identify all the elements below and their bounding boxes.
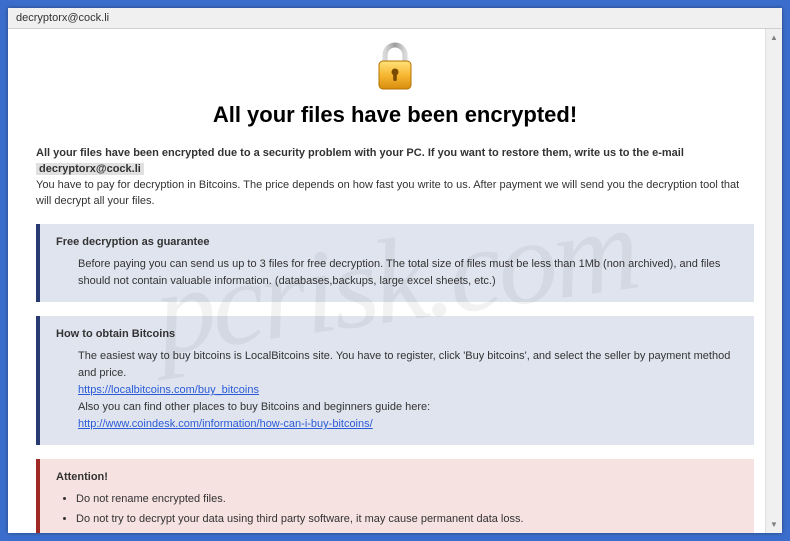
attention-title: Attention! <box>56 469 738 486</box>
window-title: decryptorx@cock.li <box>16 12 109 24</box>
contact-email: decryptorx@cock.li <box>36 163 144 175</box>
bitcoins-line2: Also you can find other places to buy Bi… <box>78 399 738 416</box>
scroll-down-arrow[interactable]: ▼ <box>766 516 782 533</box>
intro-bold-text: All your files have been encrypted due t… <box>36 147 684 159</box>
window-titlebar: decryptorx@cock.li <box>8 8 782 29</box>
coindesk-link[interactable]: http://www.coindesk.com/information/how-… <box>78 418 373 430</box>
scroll-up-arrow[interactable]: ▲ <box>766 29 782 46</box>
chevron-up-icon: ▲ <box>770 33 778 42</box>
bitcoins-title: How to obtain Bitcoins <box>56 326 738 343</box>
list-item: Do not try to decrypt your data using th… <box>76 511 738 528</box>
lock-icon-wrap <box>36 41 754 96</box>
intro-plain-text: You have to pay for decryption in Bitcoi… <box>36 179 739 207</box>
main-heading: All your files have been encrypted! <box>36 102 754 128</box>
lock-icon <box>371 41 419 96</box>
guarantee-body: Before paying you can send us up to 3 fi… <box>56 256 738 290</box>
guarantee-box: Free decryption as guarantee Before payi… <box>36 224 754 302</box>
list-item: Decryption of your files with the help o… <box>76 531 738 533</box>
chevron-down-icon: ▼ <box>770 520 778 529</box>
guarantee-title: Free decryption as guarantee <box>56 234 738 251</box>
content-scroll-area: pcrisk.com <box>8 29 782 533</box>
ransom-note-body: All your files have been encrypted! All … <box>8 29 782 533</box>
bitcoins-line1: The easiest way to buy bitcoins is Local… <box>78 348 738 382</box>
attention-box: Attention! Do not rename encrypted files… <box>36 459 754 533</box>
vertical-scrollbar[interactable]: ▲ ▼ <box>765 29 782 533</box>
intro-paragraph: All your files have been encrypted due t… <box>36 146 754 210</box>
attention-list: Do not rename encrypted files. Do not tr… <box>56 491 738 533</box>
list-item: Do not rename encrypted files. <box>76 491 738 508</box>
bitcoins-body: The easiest way to buy bitcoins is Local… <box>56 348 738 433</box>
bitcoins-box: How to obtain Bitcoins The easiest way t… <box>36 316 754 445</box>
localbitcoins-link[interactable]: https://localbitcoins.com/buy_bitcoins <box>78 384 259 396</box>
app-window: decryptorx@cock.li pcrisk.com <box>8 8 782 533</box>
